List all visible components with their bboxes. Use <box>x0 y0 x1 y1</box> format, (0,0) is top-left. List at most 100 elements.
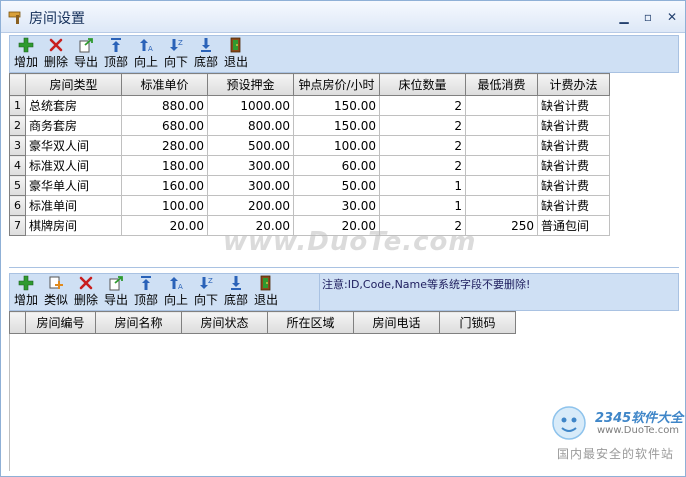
cell-deposit[interactable]: 500.00 <box>207 135 294 156</box>
table-header-row: 房间编号 房间名称 房间状态 所在区域 房间电话 门锁码 <box>9 311 516 334</box>
column-header-lock-code[interactable]: 门锁码 <box>439 311 516 334</box>
cell-room-type[interactable]: 棋牌房间 <box>25 215 122 236</box>
cell-minimum-spend[interactable] <box>465 135 538 156</box>
cell-billing-method[interactable]: 缺省计费 <box>537 135 610 156</box>
move-down-room-button[interactable]: Z 向下 <box>192 275 220 310</box>
column-header-deposit[interactable]: 预设押金 <box>207 73 294 96</box>
move-bottom-button[interactable]: 底部 <box>192 37 220 72</box>
cell-standard-price[interactable]: 160.00 <box>121 175 208 196</box>
cell-bed-count[interactable]: 2 <box>379 95 466 116</box>
cell-room-type[interactable]: 商务套房 <box>25 115 122 136</box>
column-header-room-name[interactable]: 房间名称 <box>95 311 182 334</box>
cell-deposit[interactable]: 200.00 <box>207 195 294 216</box>
exit-button[interactable]: 退出 <box>222 37 250 72</box>
cell-hourly-rate[interactable]: 30.00 <box>293 195 380 216</box>
maximize-button[interactable]: ▫ <box>639 9 657 25</box>
cell-minimum-spend[interactable] <box>465 115 538 136</box>
row-number[interactable]: 1 <box>9 95 26 116</box>
cell-billing-method[interactable]: 缺省计费 <box>537 95 610 116</box>
cell-hourly-rate[interactable]: 150.00 <box>293 95 380 116</box>
column-header-room-number[interactable]: 房间编号 <box>25 311 96 334</box>
table-row[interactable]: 5 豪华单人间 160.00 300.00 50.00 1 缺省计费 <box>9 175 610 196</box>
cell-room-type[interactable]: 豪华双人间 <box>25 135 122 156</box>
cell-deposit[interactable]: 300.00 <box>207 175 294 196</box>
cell-billing-method[interactable]: 缺省计费 <box>537 155 610 176</box>
column-header-area[interactable]: 所在区域 <box>267 311 354 334</box>
cell-hourly-rate[interactable]: 50.00 <box>293 175 380 196</box>
exit-room-label: 退出 <box>253 293 278 307</box>
table-row[interactable]: 4 标准双人间 180.00 300.00 60.00 2 缺省计费 <box>9 155 610 176</box>
cell-bed-count[interactable]: 2 <box>379 155 466 176</box>
move-top-room-button[interactable]: 顶部 <box>132 275 160 310</box>
move-up-room-button[interactable]: A 向上 <box>162 275 190 310</box>
splitter[interactable] <box>9 267 679 271</box>
minimize-button[interactable]: ▁ <box>615 9 633 25</box>
move-top-button[interactable]: 顶部 <box>102 37 130 72</box>
row-number[interactable]: 4 <box>9 155 26 176</box>
column-header-bed-count[interactable]: 床位数量 <box>379 73 466 96</box>
column-header-room-status[interactable]: 房间状态 <box>181 311 268 334</box>
cell-minimum-spend[interactable] <box>465 155 538 176</box>
cell-room-type[interactable]: 标准双人间 <box>25 155 122 176</box>
cell-standard-price[interactable]: 180.00 <box>121 155 208 176</box>
export-button[interactable]: 导出 <box>72 37 100 72</box>
export-room-button[interactable]: 导出 <box>102 275 130 310</box>
mascot-logo-icon <box>552 406 586 440</box>
close-button[interactable]: ✕ <box>663 9 681 25</box>
row-number[interactable]: 6 <box>9 195 26 216</box>
cell-deposit[interactable]: 1000.00 <box>207 95 294 116</box>
column-header-standard-price[interactable]: 标准单价 <box>121 73 208 96</box>
cell-bed-count[interactable]: 2 <box>379 135 466 156</box>
cell-standard-price[interactable]: 280.00 <box>121 135 208 156</box>
cell-room-type[interactable]: 标准单间 <box>25 195 122 216</box>
cell-standard-price[interactable]: 880.00 <box>121 95 208 116</box>
cell-bed-count[interactable]: 1 <box>379 195 466 216</box>
row-number[interactable]: 2 <box>9 115 26 136</box>
cell-billing-method[interactable]: 缺省计费 <box>537 195 610 216</box>
cell-standard-price[interactable]: 100.00 <box>121 195 208 216</box>
cell-room-type[interactable]: 豪华单人间 <box>25 175 122 196</box>
column-header-hourly-rate[interactable]: 钟点房价/小时 <box>293 73 380 96</box>
cell-hourly-rate[interactable]: 100.00 <box>293 135 380 156</box>
move-bottom-room-button[interactable]: 底部 <box>222 275 250 310</box>
table-row[interactable]: 6 标准单间 100.00 200.00 30.00 1 缺省计费 <box>9 195 610 216</box>
cell-minimum-spend[interactable] <box>465 95 538 116</box>
cell-deposit[interactable]: 800.00 <box>207 115 294 136</box>
row-number[interactable]: 5 <box>9 175 26 196</box>
cell-hourly-rate[interactable]: 150.00 <box>293 115 380 136</box>
column-header-room-type[interactable]: 房间类型 <box>25 73 122 96</box>
table-row[interactable]: 3 豪华双人间 280.00 500.00 100.00 2 缺省计费 <box>9 135 610 156</box>
delete-room-button[interactable]: 删除 <box>72 275 100 310</box>
add-room-button[interactable]: 增加 <box>12 275 40 310</box>
column-header-minimum-spend[interactable]: 最低消费 <box>465 73 538 96</box>
watermark-slogan: 国内最安全的软件站 <box>557 447 675 461</box>
export-label: 导出 <box>73 55 98 69</box>
cell-room-type[interactable]: 总统套房 <box>25 95 122 116</box>
cell-bed-count[interactable]: 2 <box>379 115 466 136</box>
cell-minimum-spend[interactable] <box>465 175 538 196</box>
cell-hourly-rate[interactable]: 60.00 <box>293 155 380 176</box>
cell-deposit[interactable]: 300.00 <box>207 155 294 176</box>
delete-button[interactable]: 删除 <box>42 37 70 72</box>
delete-icon <box>49 38 63 52</box>
copy-similar-button[interactable]: 类似 <box>42 275 70 310</box>
cell-standard-price[interactable]: 20.00 <box>121 215 208 236</box>
cell-billing-method[interactable]: 普通包间 <box>537 215 610 236</box>
row-number[interactable]: 3 <box>9 135 26 156</box>
column-header-billing-method[interactable]: 计费办法 <box>537 73 610 96</box>
column-header-room-phone[interactable]: 房间电话 <box>353 311 440 334</box>
cell-billing-method[interactable]: 缺省计费 <box>537 175 610 196</box>
move-up-button[interactable]: A 向上 <box>132 37 160 72</box>
cell-minimum-spend[interactable] <box>465 195 538 216</box>
exit-room-button[interactable]: 退出 <box>252 275 280 310</box>
cell-standard-price[interactable]: 680.00 <box>121 115 208 136</box>
table-row[interactable]: 2 商务套房 680.00 800.00 150.00 2 缺省计费 <box>9 115 610 136</box>
add-button[interactable]: 增加 <box>12 37 40 72</box>
move-bottom-label: 底部 <box>193 55 218 69</box>
move-top-label: 顶部 <box>103 55 128 69</box>
table-row[interactable]: 1 总统套房 880.00 1000.00 150.00 2 缺省计费 <box>9 95 610 116</box>
cell-billing-method[interactable]: 缺省计费 <box>537 115 610 136</box>
row-number[interactable]: 7 <box>9 215 26 236</box>
cell-bed-count[interactable]: 1 <box>379 175 466 196</box>
move-down-button[interactable]: Z 向下 <box>162 37 190 72</box>
